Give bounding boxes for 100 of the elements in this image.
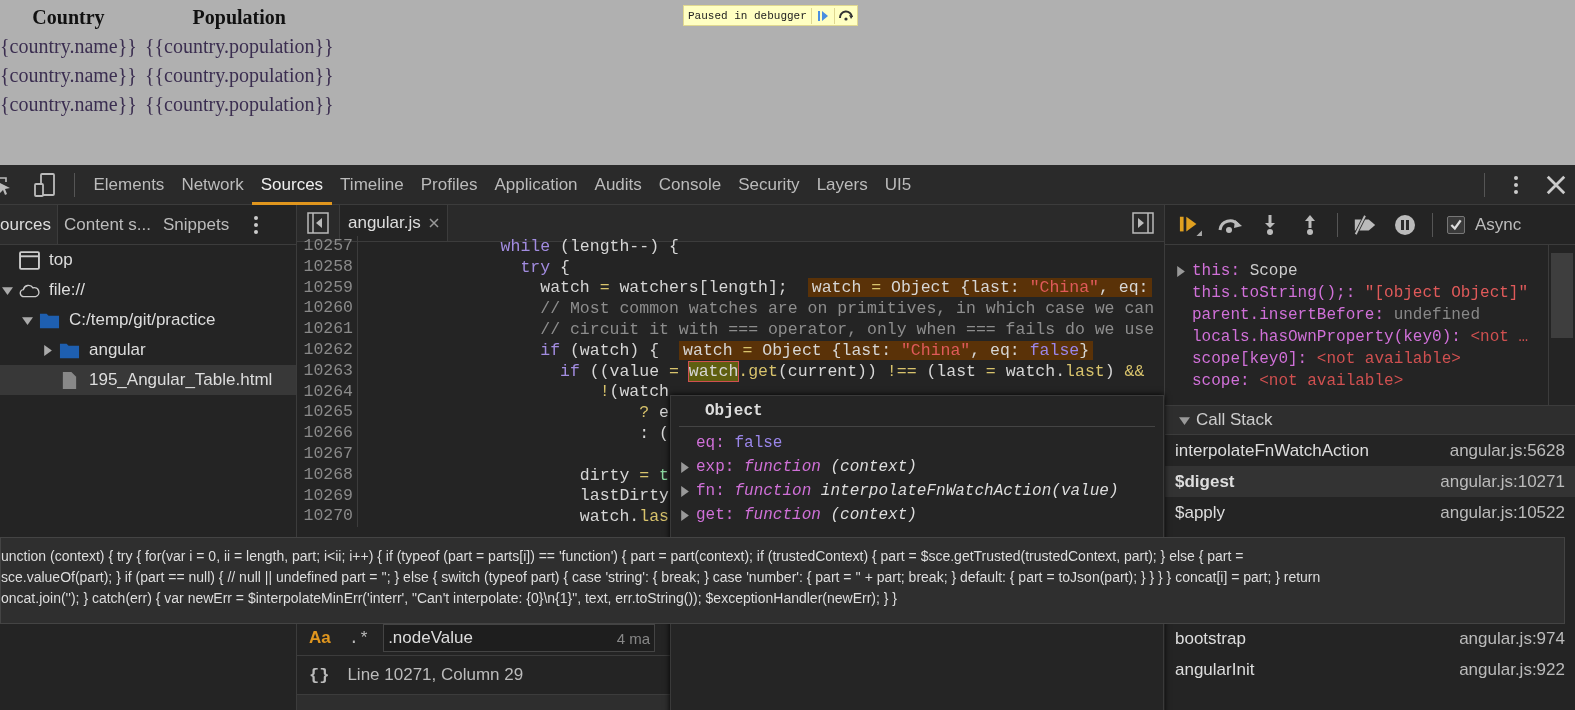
tree-item[interactable]: angular [0,335,296,365]
call-stack-header[interactable]: Call Stack [1165,406,1575,435]
tree-label: C:/temp/git/practice [69,310,216,330]
cursor-position: Line 10271, Column 29 [347,665,524,685]
code-line: lastDirty [578,486,669,506]
code-line: try { [519,257,570,277]
call-frame[interactable]: interpolateFnWatchAction angular.js:5628 [1165,435,1575,466]
source-location: angular.js:5628 [1449,440,1565,461]
tooltip-text: unction (context) { try { for(var i = 0, ii = length, part; i<ii; i++) { if (typeof (part = parts[i]) == 'function') { part = part(context); if (trustedContext) { part = $sce.getTrusted(trustedContext, part); } else { part = [1,547,1245,566]
function-name: $apply [1175,502,1226,523]
search-field[interactable]: .nodeValue 4 ma [383,624,656,652]
expand-arrow-icon[interactable] [679,509,690,521]
panel-tab[interactable]: Audits [586,164,651,205]
table-cell: {country.name}} [0,64,137,87]
tree-item[interactable]: C:/temp/git/practice [0,305,296,335]
call-frame[interactable]: $apply angular.js:10522 [1165,497,1575,528]
line-number: 10266 [297,423,358,444]
match-case-button[interactable]: Aa [305,626,335,650]
more-icon[interactable] [253,214,260,235]
line-number: 10262 [297,340,358,361]
call-frame[interactable]: angularInit angular.js:922 [1165,654,1575,685]
panel-tab[interactable]: Timeline [331,164,413,205]
navigator-tab[interactable]: Content s... [58,205,157,244]
table-cell: {{country.population}} [144,64,334,87]
code-line: if (watch) { [539,340,660,360]
line-number: 10263 [297,360,358,382]
close-icon[interactable] [428,218,439,228]
toggle-navigator-icon[interactable] [307,212,329,234]
scrollbar-thumb[interactable] [1551,253,1573,338]
tree-label: top [49,250,73,270]
tooltip-text: oncat.join(''); } catch(err) { var newErr = $interpolateMinErr('interr', "Can't interpolate: {0}\n{1}", text, err.toString()); $exceptionHandler(newErr); } } [1,589,898,608]
inline-value: watch = Object {last: "China", eq: [807,278,1153,298]
line-number: 10264 [297,381,358,403]
call-frame[interactable]: $digest angular.js:10271 [1165,466,1575,497]
paused-label: Paused in debugger [687,9,808,22]
line-number: 10260 [297,298,358,320]
panel-tab[interactable]: Network [172,164,253,205]
frame-icon [19,250,40,270]
panel-tab[interactable]: Console [650,164,730,205]
disclosure-arrow-icon[interactable] [22,314,33,326]
source-location: angular.js:10271 [1440,471,1565,492]
panel-tab[interactable]: Elements [85,164,173,205]
panel-tab[interactable]: UI5 [876,164,920,205]
tree-item[interactable]: file:// [0,275,296,305]
tooltip-text: sce.valueOf(part); } if (part == null) { // null || undefined part = ''; } else { switch (typeof part) { case 'string': { break; } case 'number': { part = '' + part; break; } default: { part = toJson(part); } } } } concat[i] = part; } return [1,568,1322,587]
property-entry: exp: function (context) [696,458,917,476]
tree-label: file:// [49,280,85,300]
code-line: // circuit it with === operator, only when === fails do we use [539,320,1155,340]
panel-tab[interactable]: Profiles [412,164,486,205]
deactivate-breakpoints-icon[interactable] [1352,213,1378,236]
property-entry: fn: function interpolateFnWatchAction(value) [696,482,1119,500]
async-label: Async [1475,214,1522,235]
code-line: dirty = t [578,465,669,485]
pretty-print-button[interactable]: {} [305,663,334,687]
source-location: angular.js:974 [1459,628,1565,649]
tree-item[interactable]: top [0,245,296,275]
function-name: interpolateFnWatchAction [1175,440,1370,461]
expand-arrow-icon[interactable] [1175,265,1186,277]
toggle-debugger-icon[interactable] [1132,212,1154,234]
line-number: 10257 [297,236,358,257]
disclosure-arrow-icon[interactable] [1179,414,1190,426]
tree-label: 195_Angular_Table.html [89,370,273,390]
line-number: 10265 [297,402,358,424]
regex-button[interactable]: .* [344,626,374,650]
function-name: angularInit [1175,659,1255,680]
call-frame[interactable]: bootstrap angular.js:974 [1165,623,1575,654]
line-number: 10268 [297,464,358,486]
code-line: watch.las [578,507,669,527]
panel-tab[interactable]: Layers [808,164,877,205]
function-name: bootstrap [1175,628,1246,649]
source-location: angular.js:922 [1459,659,1565,680]
scope-entry: scope: <not available> [1192,372,1404,390]
inline-value: watch = Object {last: "China", eq: false} [679,340,1094,360]
panel-tab[interactable]: Application [485,164,587,205]
navigator-tab[interactable]: Snippets [156,205,236,244]
scope-entry: this.toString();: "[object Object]" [1192,284,1529,302]
line-number: 10258 [297,256,358,278]
file-tab-label[interactable]: angular.js [348,213,421,233]
pause-on-exceptions-icon[interactable] [1392,213,1418,236]
async-checkbox[interactable] [1447,215,1465,234]
line-number: 10259 [297,277,358,299]
navigator-tab[interactable]: ources [0,205,59,244]
scope-entry: scope[key0]: <not available> [1192,350,1461,368]
disclosure-arrow-icon[interactable] [2,284,13,296]
disclosure-arrow-icon[interactable] [42,344,53,356]
table-cell: {{country.population}} [144,93,334,116]
code-line: if ((value = watch.get(current)) !== (last = watch.last) && [559,361,1145,381]
more-icon[interactable] [1513,174,1519,195]
expand-arrow-icon[interactable] [679,485,690,497]
device-icon[interactable] [34,172,56,197]
source-location: angular.js:10522 [1440,502,1565,523]
tree-item[interactable]: 195_Angular_Table.html [0,365,296,395]
section-title: Call Stack [1196,410,1273,430]
line-number: 10261 [297,319,358,340]
column-header: Country [32,6,105,29]
tree-label: angular [89,340,146,360]
panel-tab[interactable]: Security [729,164,809,205]
table-cell: {country.name}} [0,93,137,116]
line-number: 10269 [297,485,358,507]
expand-arrow-icon[interactable] [679,461,690,473]
